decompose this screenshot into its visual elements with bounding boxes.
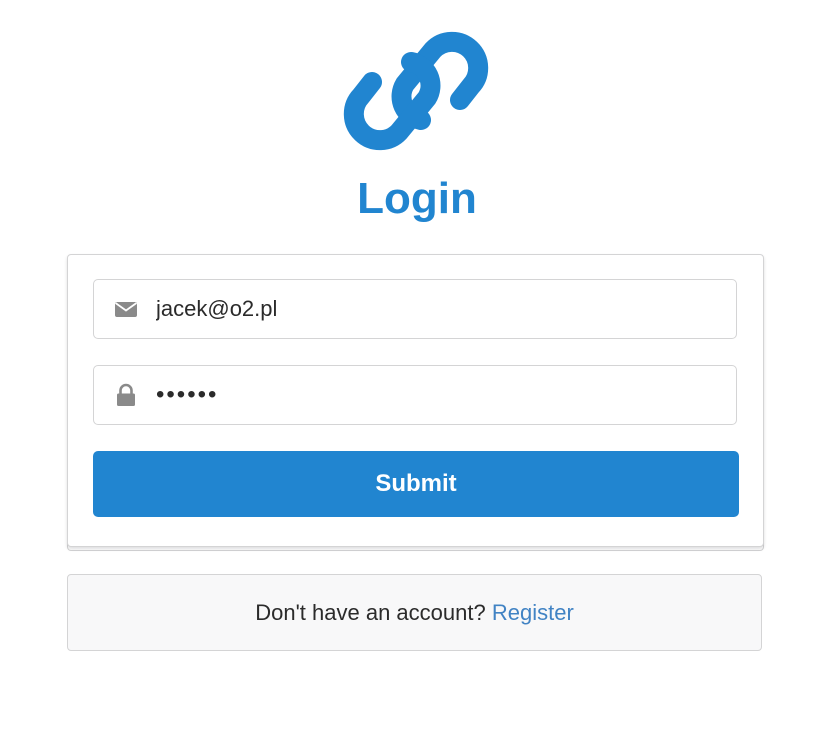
lock-icon: [117, 383, 135, 406]
password-input[interactable]: [156, 366, 716, 424]
login-page: Login Submit Don't have an account? Regi…: [0, 0, 834, 734]
register-link[interactable]: Register: [492, 600, 574, 625]
email-input[interactable]: [156, 280, 716, 338]
email-field[interactable]: [93, 279, 737, 339]
register-message: Don't have an account? Register: [67, 574, 762, 651]
login-form: Submit: [67, 254, 764, 547]
page-title: Login: [357, 174, 477, 223]
submit-button[interactable]: Submit: [93, 451, 739, 517]
register-prompt-text: Don't have an account?: [255, 600, 486, 625]
envelope-icon: [114, 302, 138, 317]
password-field[interactable]: [93, 365, 737, 425]
chain-link-icon: [343, 31, 489, 151]
